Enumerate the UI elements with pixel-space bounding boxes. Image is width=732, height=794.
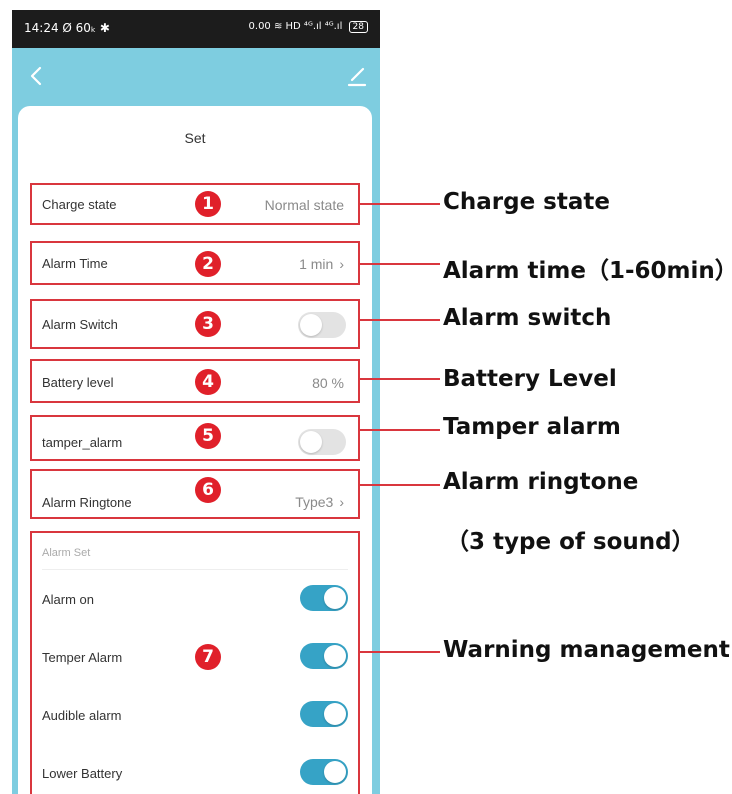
badge-6: 6 [195,477,221,503]
annotation-alarm-ringtone: Alarm ringtone [443,469,639,495]
alarm-switch-row: Alarm Switch 3 [30,299,360,349]
toggle-knob [324,645,346,667]
nav-bar [12,48,380,106]
connector-line [360,484,440,486]
edit-pencil-icon[interactable] [346,66,368,88]
back-arrow-icon[interactable] [24,62,48,90]
temper-alarm-label: Temper Alarm [42,650,123,665]
toggle-knob [324,587,346,609]
annotation-charge-state: Charge state [443,189,610,215]
toggle-knob [300,431,322,453]
lower-battery-label: Lower Battery [42,766,123,781]
status-bar: 14:24 Ø 60ₖ ✱ 0.00 ≋ HD ⁴ᴳ.ıl ⁴ᴳ.ıl 28 [12,10,380,48]
badge-7: 7 [195,644,221,670]
status-time: 14:24 Ø 60ₖ ✱ [24,21,110,35]
badge-2: 2 [195,251,221,277]
connector-line [360,651,440,653]
annotation-warning-management: Warning management [443,637,730,663]
connector-line [360,429,440,431]
annotation-battery-level: Battery Level [443,366,617,392]
alarm-ringtone-row[interactable]: Alarm Ringtone 6 Type3 › [30,469,360,519]
divider [42,569,348,570]
toggle-knob [300,314,322,336]
status-indicators: 0.00 ≋ HD ⁴ᴳ.ıl ⁴ᴳ.ıl 28 [249,21,368,33]
battery-level-label: Battery level [42,375,114,390]
tamper-alarm-label: tamper_alarm [42,435,123,450]
network-indicators: 0.00 ≋ HD ⁴ᴳ.ıl ⁴ᴳ.ıl [248,21,343,32]
annotation-ringtone-note: （3 type of sound） [446,529,695,555]
alarm-ringtone-value-group: Type3 › [295,494,344,510]
charge-state-row: Charge state 1 Normal state [30,183,360,225]
alarm-on-toggle[interactable] [300,585,348,611]
audible-alarm-label: Audible alarm [42,708,122,723]
alarm-on-label: Alarm on [42,592,95,607]
chevron-right-icon: › [339,256,344,272]
tamper-alarm-row: tamper_alarm 5 [30,415,360,461]
alarm-switch-toggle[interactable] [298,312,346,338]
charge-state-value: Normal state [264,197,344,213]
battery-level-row: Battery level 4 80 % [30,359,360,403]
alarm-ringtone-label: Alarm Ringtone [42,495,132,510]
chevron-right-icon: › [339,494,344,510]
lower-battery-toggle[interactable] [300,759,348,785]
alarm-switch-label: Alarm Switch [42,317,118,332]
toggle-knob [324,703,346,725]
connector-line [360,263,440,265]
page-title: Set [184,130,206,146]
battery-icon: 28 [348,21,368,33]
alarm-set-heading: Alarm Set [42,547,91,559]
charge-state-label: Charge state [42,197,117,212]
alarm-ringtone-value: Type3 [295,494,334,510]
annotation-alarm-time: Alarm time（1-60min） [443,258,732,284]
phone-screen: 14:24 Ø 60ₖ ✱ 0.00 ≋ HD ⁴ᴳ.ıl ⁴ᴳ.ıl 28 S… [12,10,380,794]
badge-3: 3 [195,311,221,337]
audible-alarm-toggle[interactable] [300,701,348,727]
annotation-alarm-switch: Alarm switch [443,305,612,331]
temper-alarm-toggle[interactable] [300,643,348,669]
alarm-time-value-group: 1 min › [299,256,344,272]
connector-line [360,378,440,380]
connector-line [360,203,440,205]
badge-5: 5 [195,423,221,449]
alarm-time-label: Alarm Time [42,256,108,271]
alarm-set-section: Alarm Set 7 Alarm on Temper Alarm Audibl… [30,531,360,794]
connector-line [360,319,440,321]
battery-level-value: 80 % [312,375,344,391]
annotation-tamper-alarm: Tamper alarm [443,414,621,440]
settings-card: Set Charge state 1 Normal state Alarm Ti… [18,106,372,794]
badge-1: 1 [195,191,221,217]
alarm-time-row[interactable]: Alarm Time 2 1 min › [30,241,360,285]
alarm-time-value: 1 min [299,256,334,272]
toggle-knob [324,761,346,783]
tamper-alarm-toggle[interactable] [298,429,346,455]
badge-4: 4 [195,369,221,395]
